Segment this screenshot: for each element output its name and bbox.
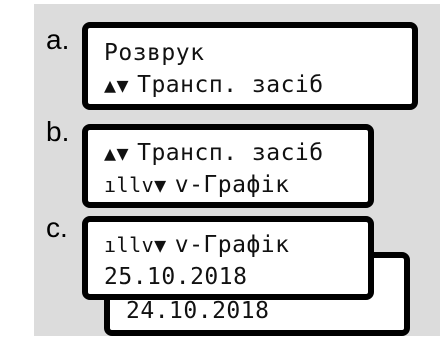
screen-b-line-2-text: v-Графік [174,172,290,198]
up-down-arrow-icon: ▲▼ [104,73,130,97]
screen-c-line-1: ıllv▼ v-Графік [104,232,290,258]
display-screen-a: Розврук ▲▼ Трансп. засіб [82,22,418,110]
screen-c-line-2: 25.10.2018 [104,264,248,290]
screen-a-line-2-text: Трансп. засіб [137,72,324,98]
screen-a-line-2: ▲▼ Трансп. засіб [104,72,324,98]
screen-b-line-1: ▲▼ Трансп. засіб [104,140,324,166]
up-down-arrow-icon: ▲▼ [104,141,130,165]
screen-a-line-1: Розврук [104,40,205,66]
screen-c-back-line: 24.10.2018 [126,298,270,324]
display-screen-b: ▲▼ Трансп. засіб ıllv▼ v-Графік [82,124,374,208]
screen-c-line-1-text: v-Графік [174,232,290,258]
screen-b-line-2: ıllv▼ v-Графік [104,172,290,198]
step-marker-b: b. [46,116,70,147]
step-marker-c: c. [46,212,68,243]
step-marker-a: a. [46,24,70,55]
speed-graph-icon: ıllv▼ [104,173,167,197]
display-screen-c-front: ıllv▼ v-Графік 25.10.2018 [82,216,374,300]
screen-b-line-1-text: Трансп. засіб [137,140,324,166]
speed-graph-icon: ıllv▼ [104,233,167,257]
